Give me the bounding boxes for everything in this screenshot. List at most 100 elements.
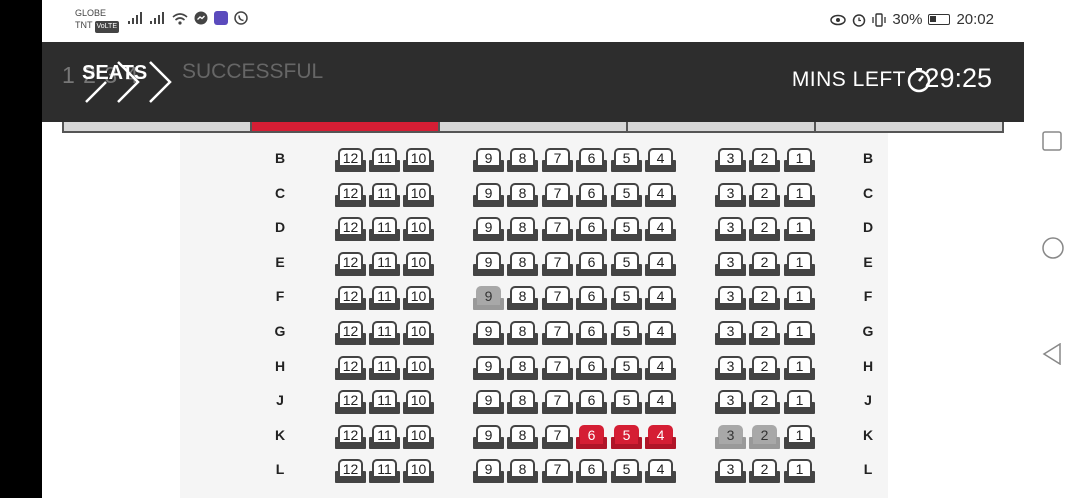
seat-L12[interactable]: 12 <box>335 459 366 484</box>
seat-C9[interactable]: 9 <box>473 182 504 207</box>
seat-D2[interactable]: 2 <box>749 217 780 242</box>
seat-B2[interactable]: 2 <box>749 148 780 172</box>
seat-D7[interactable]: 7 <box>542 217 573 242</box>
seat-G8[interactable]: 8 <box>507 321 538 345</box>
seat-E3[interactable]: 3 <box>715 251 746 276</box>
seat-F3[interactable]: 3 <box>715 286 746 311</box>
seat-L9[interactable]: 9 <box>473 459 504 484</box>
seat-K5[interactable]: 5 <box>611 424 642 449</box>
seat-F6[interactable]: 6 <box>576 286 607 311</box>
seat-G3[interactable]: 3 <box>715 321 746 345</box>
seat-H7[interactable]: 7 <box>542 355 573 380</box>
seat-H9[interactable]: 9 <box>473 355 504 380</box>
home-icon[interactable] <box>1042 237 1064 259</box>
seat-E12[interactable]: 12 <box>335 251 366 276</box>
seat-L11[interactable]: 11 <box>369 459 400 484</box>
seat-L10[interactable]: 10 <box>403 459 434 484</box>
seat-J6[interactable]: 6 <box>576 390 607 415</box>
seat-H12[interactable]: 12 <box>335 355 366 380</box>
seat-J12[interactable]: 12 <box>335 390 366 415</box>
seat-C12[interactable]: 12 <box>335 182 366 207</box>
seat-H1[interactable]: 1 <box>784 355 815 380</box>
seat-B7[interactable]: 7 <box>542 148 573 172</box>
seat-D1[interactable]: 1 <box>784 217 815 242</box>
seat-J3[interactable]: 3 <box>715 390 746 415</box>
seat-L6[interactable]: 6 <box>576 459 607 484</box>
seat-D5[interactable]: 5 <box>611 217 642 242</box>
seat-E7[interactable]: 7 <box>542 251 573 276</box>
seat-H5[interactable]: 5 <box>611 355 642 380</box>
seat-J4[interactable]: 4 <box>645 390 676 415</box>
seat-H11[interactable]: 11 <box>369 355 400 380</box>
seat-B4[interactable]: 4 <box>645 148 676 172</box>
seat-J1[interactable]: 1 <box>784 390 815 415</box>
seat-K3[interactable]: 3 <box>715 424 746 449</box>
back-icon[interactable] <box>1042 343 1062 365</box>
seat-D9[interactable]: 9 <box>473 217 504 242</box>
seat-G10[interactable]: 10 <box>403 321 434 345</box>
seat-F9[interactable]: 9 <box>473 286 504 311</box>
seat-J7[interactable]: 7 <box>542 390 573 415</box>
seat-J2[interactable]: 2 <box>749 390 780 415</box>
seat-D4[interactable]: 4 <box>645 217 676 242</box>
seat-G12[interactable]: 12 <box>335 321 366 345</box>
seat-B5[interactable]: 5 <box>611 148 642 172</box>
seat-D12[interactable]: 12 <box>335 217 366 242</box>
seat-F11[interactable]: 11 <box>369 286 400 311</box>
seat-L2[interactable]: 2 <box>749 459 780 484</box>
seat-L8[interactable]: 8 <box>507 459 538 484</box>
seat-E11[interactable]: 11 <box>369 251 400 276</box>
seat-L1[interactable]: 1 <box>784 459 815 484</box>
seat-J9[interactable]: 9 <box>473 390 504 415</box>
seat-G4[interactable]: 4 <box>645 321 676 345</box>
seat-L3[interactable]: 3 <box>715 459 746 484</box>
seat-H3[interactable]: 3 <box>715 355 746 380</box>
seat-C11[interactable]: 11 <box>369 182 400 207</box>
seat-G6[interactable]: 6 <box>576 321 607 345</box>
seat-K4[interactable]: 4 <box>645 424 676 449</box>
seat-K12[interactable]: 12 <box>335 424 366 449</box>
seat-G1[interactable]: 1 <box>784 321 815 345</box>
seat-G5[interactable]: 5 <box>611 321 642 345</box>
seat-E8[interactable]: 8 <box>507 251 538 276</box>
seat-L4[interactable]: 4 <box>645 459 676 484</box>
seat-B1[interactable]: 1 <box>784 148 815 172</box>
seat-D3[interactable]: 3 <box>715 217 746 242</box>
seat-K11[interactable]: 11 <box>369 424 400 449</box>
seat-F1[interactable]: 1 <box>784 286 815 311</box>
seat-D11[interactable]: 11 <box>369 217 400 242</box>
seat-B8[interactable]: 8 <box>507 148 538 172</box>
seat-F2[interactable]: 2 <box>749 286 780 311</box>
seat-C8[interactable]: 8 <box>507 182 538 207</box>
seat-B11[interactable]: 11 <box>369 148 400 172</box>
seat-E9[interactable]: 9 <box>473 251 504 276</box>
seat-D8[interactable]: 8 <box>507 217 538 242</box>
seat-B10[interactable]: 10 <box>403 148 434 172</box>
seat-H10[interactable]: 10 <box>403 355 434 380</box>
seat-C6[interactable]: 6 <box>576 182 607 207</box>
seat-B3[interactable]: 3 <box>715 148 746 172</box>
seat-J5[interactable]: 5 <box>611 390 642 415</box>
seat-B9[interactable]: 9 <box>473 148 504 172</box>
seat-K9[interactable]: 9 <box>473 424 504 449</box>
seat-H6[interactable]: 6 <box>576 355 607 380</box>
seat-L5[interactable]: 5 <box>611 459 642 484</box>
seat-K1[interactable]: 1 <box>784 424 815 449</box>
seat-G11[interactable]: 11 <box>369 321 400 345</box>
seat-G7[interactable]: 7 <box>542 321 573 345</box>
seat-J11[interactable]: 11 <box>369 390 400 415</box>
seat-K10[interactable]: 10 <box>403 424 434 449</box>
seat-F4[interactable]: 4 <box>645 286 676 311</box>
seat-B12[interactable]: 12 <box>335 148 366 172</box>
seat-B6[interactable]: 6 <box>576 148 607 172</box>
seat-C5[interactable]: 5 <box>611 182 642 207</box>
seat-K7[interactable]: 7 <box>542 424 573 449</box>
seat-L7[interactable]: 7 <box>542 459 573 484</box>
seat-C1[interactable]: 1 <box>784 182 815 207</box>
seat-E6[interactable]: 6 <box>576 251 607 276</box>
seat-J10[interactable]: 10 <box>403 390 434 415</box>
seat-F7[interactable]: 7 <box>542 286 573 311</box>
seat-E10[interactable]: 10 <box>403 251 434 276</box>
seat-K6[interactable]: 6 <box>576 424 607 449</box>
seat-E4[interactable]: 4 <box>645 251 676 276</box>
